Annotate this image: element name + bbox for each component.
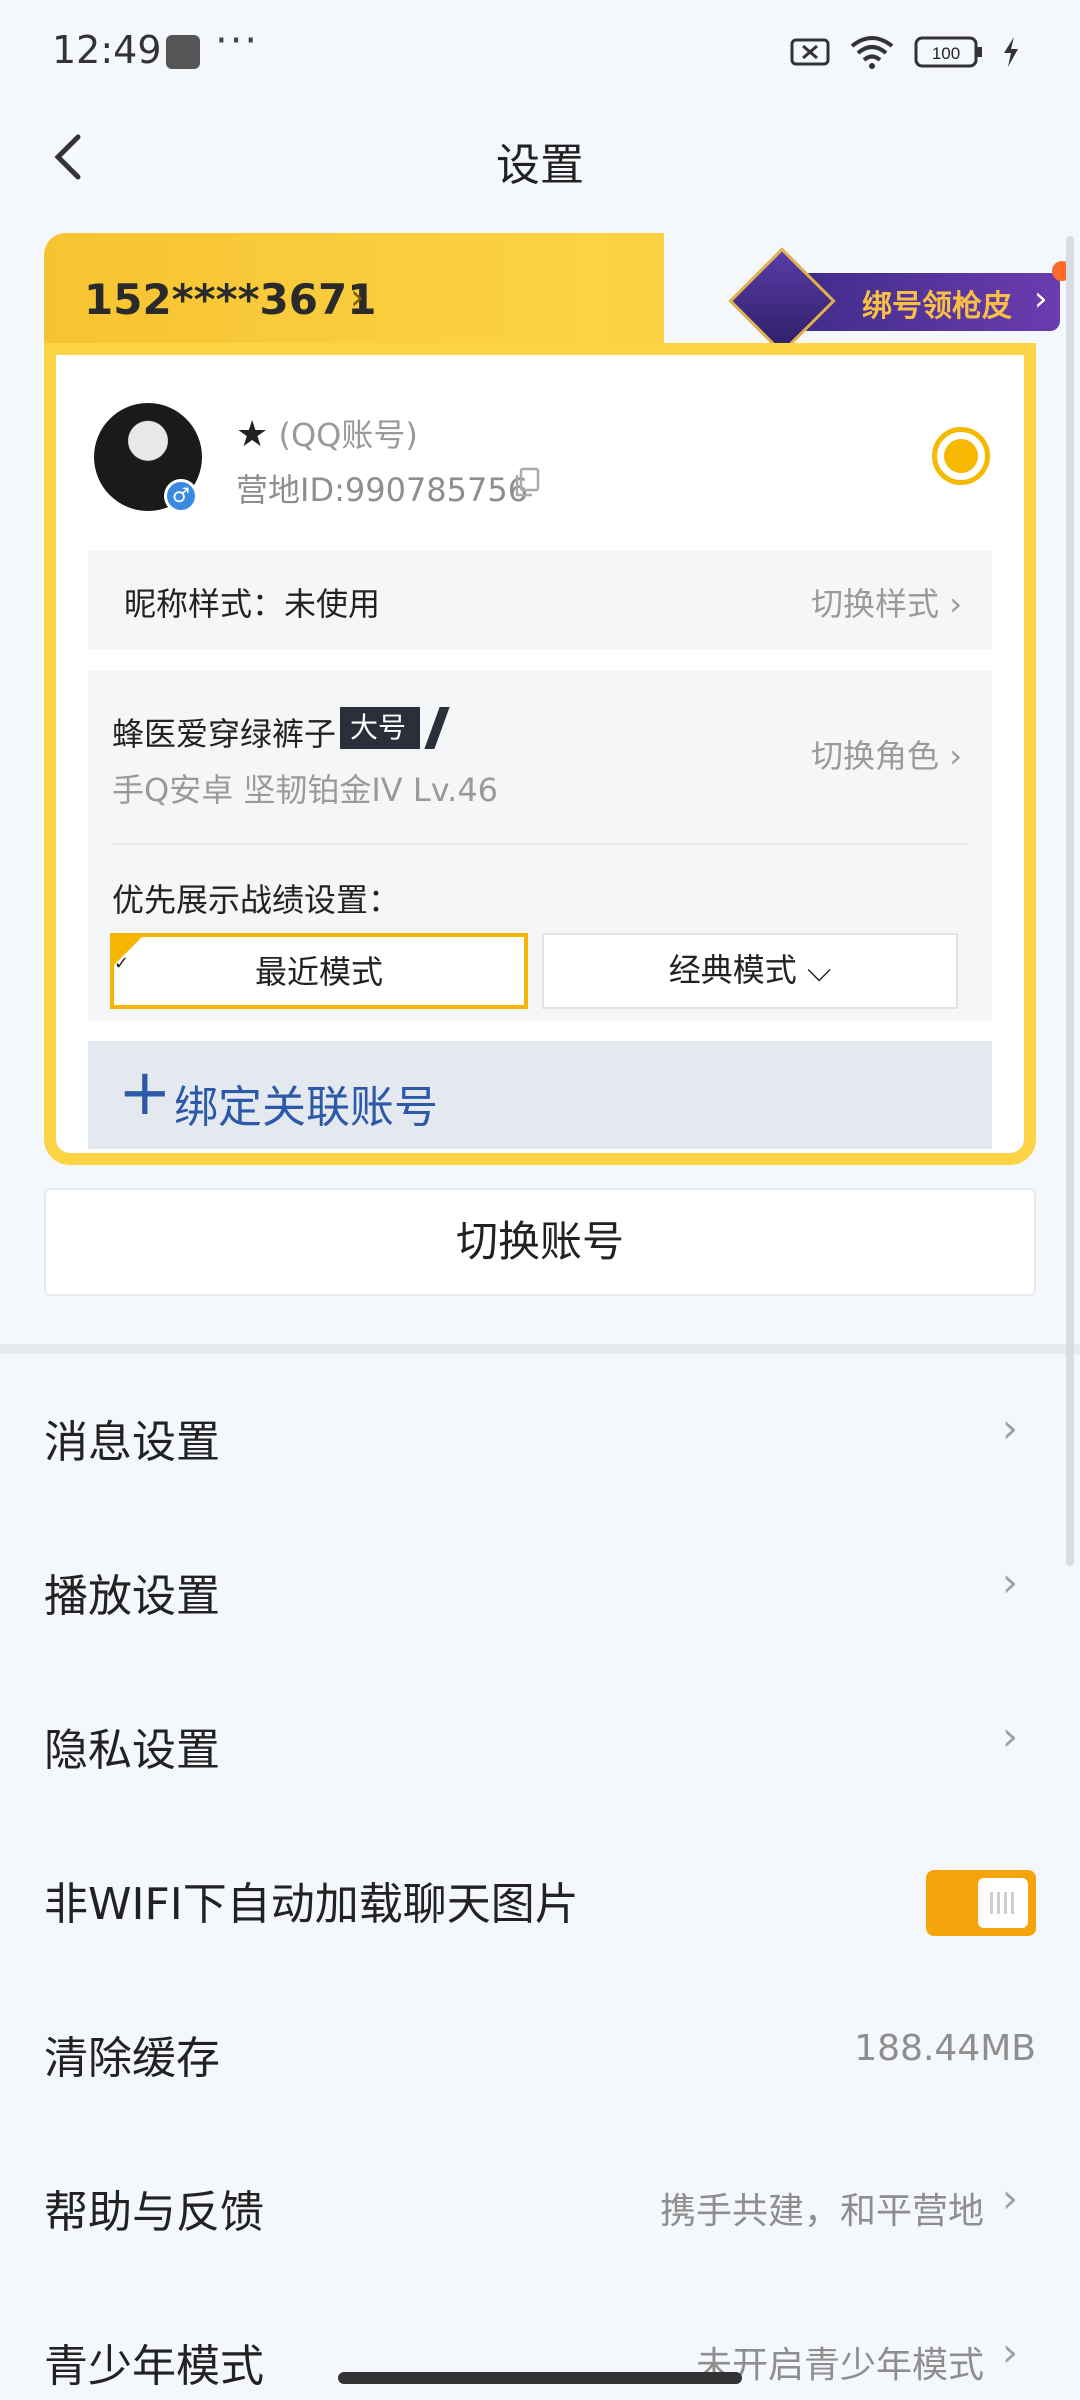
- account-card: 152****3671 › 绑号领枪皮 › ♂ ★ (QQ账号) 营地ID:99…: [44, 233, 1072, 1165]
- auto-load-images-label: 非WIFI下自动加载聊天图片: [44, 1879, 579, 1930]
- chevron-right-icon: ›: [1002, 2176, 1018, 2222]
- selected-check-icon: [110, 929, 146, 999]
- chevron-right-icon: ›: [1002, 2330, 1018, 2376]
- app-header: 设置: [0, 105, 1080, 210]
- scrollbar[interactable]: [1066, 236, 1074, 1566]
- section-divider: [0, 1344, 1080, 1354]
- charging-icon: [1004, 37, 1018, 67]
- bind-linked-account-label: 绑定关联账号: [174, 1082, 438, 1133]
- switch-account-button[interactable]: 切换账号: [44, 1188, 1036, 1296]
- help-feedback-item[interactable]: 帮助与反馈 携手共建，和平营地 ›: [0, 2124, 1080, 2278]
- phone-number[interactable]: 152****3671: [84, 275, 376, 324]
- status-time: 12:49: [52, 28, 162, 72]
- star-nickname: ★: [236, 414, 269, 455]
- wifi-icon: [850, 36, 894, 69]
- bind-reward-banner[interactable]: 绑号领枪皮 ›: [724, 247, 1072, 355]
- help-feedback-label: 帮助与反馈: [44, 2187, 264, 2238]
- clear-cache-label: 清除缓存: [44, 2033, 220, 2084]
- record-pref-label: 优先展示战绩设置：: [112, 881, 401, 919]
- role-info: 手Q安卓 坚韧铂金IV Lv.46: [112, 771, 499, 809]
- notification-app-icon: [166, 35, 200, 69]
- role-panel: 蜂医爱穿绿裤子 大号 手Q安卓 坚韧铂金IV Lv.46 切换角色 › 优先展示…: [88, 671, 992, 1021]
- chevron-right-icon: ›: [1002, 1560, 1018, 1606]
- account-selected-radio[interactable]: [932, 427, 990, 485]
- teen-mode-label: 青少年模式: [44, 2341, 264, 2392]
- nickname-style-label: 昵称样式：未使用: [124, 585, 381, 623]
- message-settings-label: 消息设置: [44, 1417, 220, 1468]
- message-settings-item[interactable]: 消息设置 ›: [0, 1354, 1080, 1508]
- camp-id: 营地ID:990785756: [236, 471, 529, 509]
- chevron-right-icon: ›: [1002, 1714, 1018, 1760]
- nickname-style-row[interactable]: 昵称样式：未使用 切换样式 ›: [88, 551, 992, 649]
- divider: [112, 843, 968, 845]
- status-bar: 12:49 ··· 100: [0, 0, 1080, 105]
- privacy-settings-item[interactable]: 隐私设置 ›: [0, 1662, 1080, 1816]
- promo-label: 绑号领枪皮: [862, 289, 1012, 324]
- bind-linked-account-button[interactable]: + 绑定关联账号: [88, 1041, 992, 1149]
- account-type: (QQ账号): [278, 416, 418, 454]
- switch-style-link[interactable]: 切换样式 ›: [811, 579, 962, 625]
- cache-size: 188.44MB: [854, 2028, 1036, 2069]
- plus-icon: +: [118, 1056, 172, 1130]
- main-account-tag: 大号: [340, 707, 421, 749]
- page-title: 设置: [496, 140, 584, 191]
- status-icons: 100: [790, 30, 1020, 74]
- playback-settings-label: 播放设置: [44, 1571, 220, 1622]
- chevron-right-icon: ›: [1002, 1406, 1018, 1452]
- clear-cache-item[interactable]: 清除缓存 188.44MB: [0, 1970, 1080, 2124]
- user-name: ★ (QQ账号): [236, 410, 418, 456]
- copy-icon[interactable]: [514, 467, 540, 497]
- promo-chevron-icon: ›: [1034, 279, 1048, 319]
- battery-level: 100: [932, 44, 960, 63]
- home-indicator[interactable]: [338, 2372, 742, 2384]
- help-feedback-value: 携手共建，和平营地: [659, 2191, 984, 2232]
- battery-icon: 100: [914, 36, 982, 68]
- no-sim-icon: [790, 38, 830, 66]
- classic-mode-label: 经典模式 ⌵: [668, 951, 832, 989]
- role-name: 蜂医爱穿绿裤子: [112, 715, 337, 753]
- recent-mode-label: 最近模式: [254, 953, 383, 991]
- auto-load-images-item: 非WIFI下自动加载聊天图片: [0, 1816, 1080, 1970]
- auto-load-images-toggle[interactable]: [926, 1870, 1036, 1936]
- male-gender-icon: ♂: [164, 479, 198, 513]
- privacy-settings-label: 隐私设置: [44, 1725, 220, 1776]
- classic-mode-dropdown[interactable]: 经典模式 ⌵: [542, 933, 958, 1009]
- recent-mode-button[interactable]: 最近模式: [110, 929, 528, 1009]
- account-card-body: ♂ ★ (QQ账号) 营地ID:990785756 昵称样式：未使用 切换样式 …: [44, 343, 1036, 1165]
- playback-settings-item[interactable]: 播放设置 ›: [0, 1508, 1080, 1662]
- phone-chevron-icon[interactable]: ›: [350, 277, 364, 318]
- switch-role-link[interactable]: 切换角色 ›: [811, 731, 962, 777]
- toggle-knob: [978, 1878, 1028, 1928]
- more-notifications-icon: ···: [215, 18, 260, 64]
